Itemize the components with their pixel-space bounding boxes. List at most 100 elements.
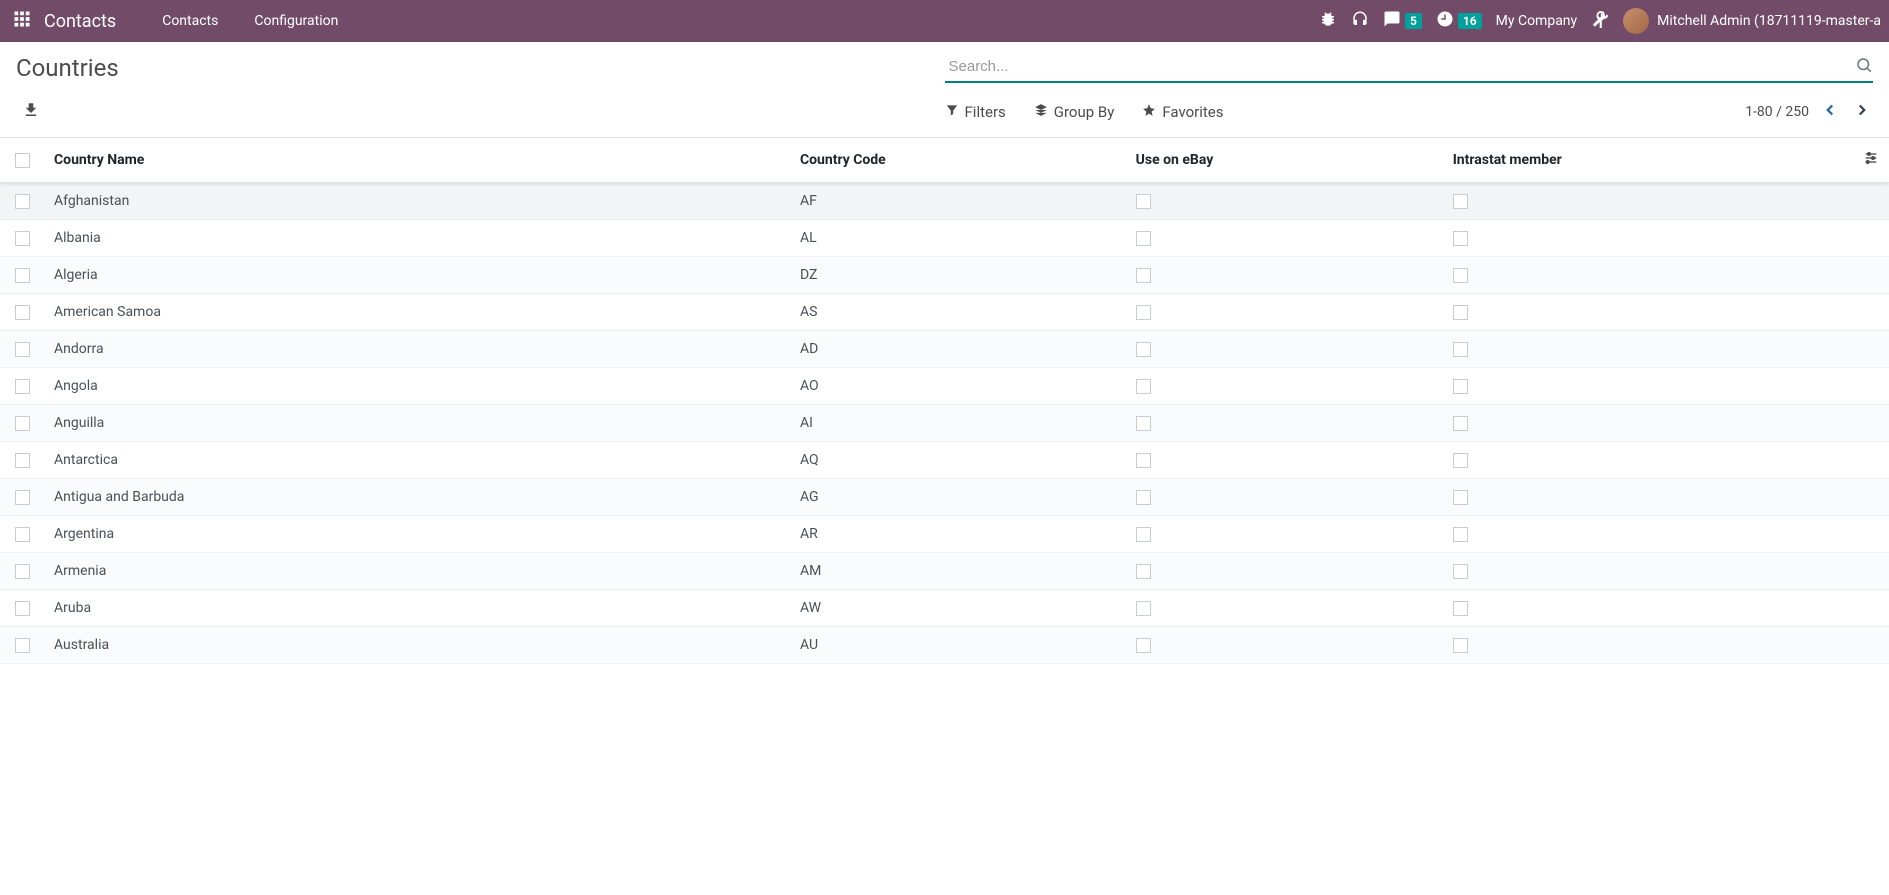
messaging-button[interactable]: 5 — [1383, 10, 1422, 32]
cell-country-code: AI — [790, 405, 1126, 442]
table-row[interactable]: AustraliaAU — [0, 627, 1889, 664]
ebay-checkbox[interactable] — [1136, 231, 1151, 246]
ebay-checkbox[interactable] — [1136, 194, 1151, 209]
table-row[interactable]: ArmeniaAM — [0, 553, 1889, 590]
row-checkbox[interactable] — [15, 638, 30, 653]
cell-country-name: Argentina — [44, 516, 790, 553]
apps-menu-button[interactable] — [8, 7, 36, 35]
nav-configuration[interactable]: Configuration — [236, 0, 356, 42]
favorites-button[interactable]: Favorites — [1142, 103, 1223, 121]
cell-ebay — [1126, 257, 1443, 294]
table-row[interactable]: ArgentinaAR — [0, 516, 1889, 553]
table-row[interactable]: AfghanistanAF — [0, 183, 1889, 220]
intrastat-checkbox[interactable] — [1453, 416, 1468, 431]
cell-intrastat — [1443, 220, 1853, 257]
cell-ebay — [1126, 516, 1443, 553]
developer-tools-button[interactable] — [1591, 10, 1609, 32]
table-row[interactable]: AntarcticaAQ — [0, 442, 1889, 479]
intrastat-checkbox[interactable] — [1453, 564, 1468, 579]
company-switcher[interactable]: My Company — [1496, 13, 1578, 29]
bug-icon — [1319, 10, 1337, 32]
row-checkbox[interactable] — [15, 416, 30, 431]
filters-button[interactable]: Filters — [945, 103, 1006, 121]
table-row[interactable]: AlgeriaDZ — [0, 257, 1889, 294]
wrench-icon — [1591, 10, 1609, 32]
activities-badge: 16 — [1458, 13, 1482, 29]
optional-columns-button[interactable] — [1863, 154, 1879, 170]
countries-table: Country Name Country Code Use on eBay In… — [0, 138, 1889, 664]
cell-country-code: AF — [790, 183, 1126, 220]
row-checkbox[interactable] — [15, 601, 30, 616]
pager-text[interactable]: 1-80 / 250 — [1745, 104, 1809, 120]
intrastat-checkbox[interactable] — [1453, 305, 1468, 320]
table-row[interactable]: AnguillaAI — [0, 405, 1889, 442]
intrastat-checkbox[interactable] — [1453, 268, 1468, 283]
ebay-checkbox[interactable] — [1136, 564, 1151, 579]
apps-grid-icon — [13, 10, 31, 32]
control-panel: Countries Filters — [0, 42, 1889, 137]
intrastat-checkbox[interactable] — [1453, 490, 1468, 505]
row-checkbox[interactable] — [15, 490, 30, 505]
support-button[interactable] — [1351, 10, 1369, 32]
row-checkbox[interactable] — [15, 453, 30, 468]
row-checkbox[interactable] — [15, 305, 30, 320]
ebay-checkbox[interactable] — [1136, 305, 1151, 320]
select-all-checkbox[interactable] — [15, 153, 30, 168]
ebay-checkbox[interactable] — [1136, 342, 1151, 357]
groupby-label: Group By — [1054, 103, 1115, 121]
ebay-checkbox[interactable] — [1136, 527, 1151, 542]
pager-next-button[interactable] — [1851, 99, 1873, 125]
activities-button[interactable]: 16 — [1436, 10, 1482, 32]
column-header-name[interactable]: Country Name — [44, 138, 790, 183]
column-header-ebay[interactable]: Use on eBay — [1126, 138, 1443, 183]
nav-contacts[interactable]: Contacts — [144, 0, 236, 42]
cell-intrastat — [1443, 294, 1853, 331]
clock-icon — [1436, 10, 1454, 32]
intrastat-checkbox[interactable] — [1453, 453, 1468, 468]
row-checkbox[interactable] — [15, 527, 30, 542]
cell-intrastat — [1443, 368, 1853, 405]
cell-ebay — [1126, 627, 1443, 664]
cell-country-name: American Samoa — [44, 294, 790, 331]
row-checkbox[interactable] — [15, 342, 30, 357]
table-row[interactable]: Antigua and BarbudaAG — [0, 479, 1889, 516]
row-checkbox[interactable] — [15, 379, 30, 394]
row-checkbox[interactable] — [15, 564, 30, 579]
row-checkbox[interactable] — [15, 268, 30, 283]
table-row[interactable]: AndorraAD — [0, 331, 1889, 368]
table-row[interactable]: AngolaAO — [0, 368, 1889, 405]
pager-prev-button[interactable] — [1819, 99, 1841, 125]
intrastat-checkbox[interactable] — [1453, 379, 1468, 394]
ebay-checkbox[interactable] — [1136, 268, 1151, 283]
groupby-button[interactable]: Group By — [1034, 103, 1115, 121]
download-icon — [22, 107, 40, 123]
cell-intrastat — [1443, 442, 1853, 479]
intrastat-checkbox[interactable] — [1453, 527, 1468, 542]
user-menu[interactable]: Mitchell Admin (18711119-master-a — [1623, 8, 1881, 34]
ebay-checkbox[interactable] — [1136, 379, 1151, 394]
export-button[interactable] — [16, 97, 46, 127]
intrastat-checkbox[interactable] — [1453, 342, 1468, 357]
ebay-checkbox[interactable] — [1136, 601, 1151, 616]
ebay-checkbox[interactable] — [1136, 416, 1151, 431]
debug-button[interactable] — [1319, 10, 1337, 32]
table-row[interactable]: ArubaAW — [0, 590, 1889, 627]
column-header-intrastat[interactable]: Intrastat member — [1443, 138, 1853, 183]
cell-country-name: Albania — [44, 220, 790, 257]
table-row[interactable]: AlbaniaAL — [0, 220, 1889, 257]
ebay-checkbox[interactable] — [1136, 638, 1151, 653]
row-checkbox[interactable] — [15, 231, 30, 246]
ebay-checkbox[interactable] — [1136, 453, 1151, 468]
row-checkbox[interactable] — [15, 194, 30, 209]
intrastat-checkbox[interactable] — [1453, 231, 1468, 246]
page-title: Countries — [16, 54, 945, 82]
search-input[interactable] — [945, 54, 1874, 83]
intrastat-checkbox[interactable] — [1453, 638, 1468, 653]
app-title[interactable]: Contacts — [44, 11, 116, 32]
search-button[interactable] — [1855, 56, 1873, 78]
intrastat-checkbox[interactable] — [1453, 601, 1468, 616]
ebay-checkbox[interactable] — [1136, 490, 1151, 505]
intrastat-checkbox[interactable] — [1453, 194, 1468, 209]
column-header-code[interactable]: Country Code — [790, 138, 1126, 183]
table-row[interactable]: American SamoaAS — [0, 294, 1889, 331]
